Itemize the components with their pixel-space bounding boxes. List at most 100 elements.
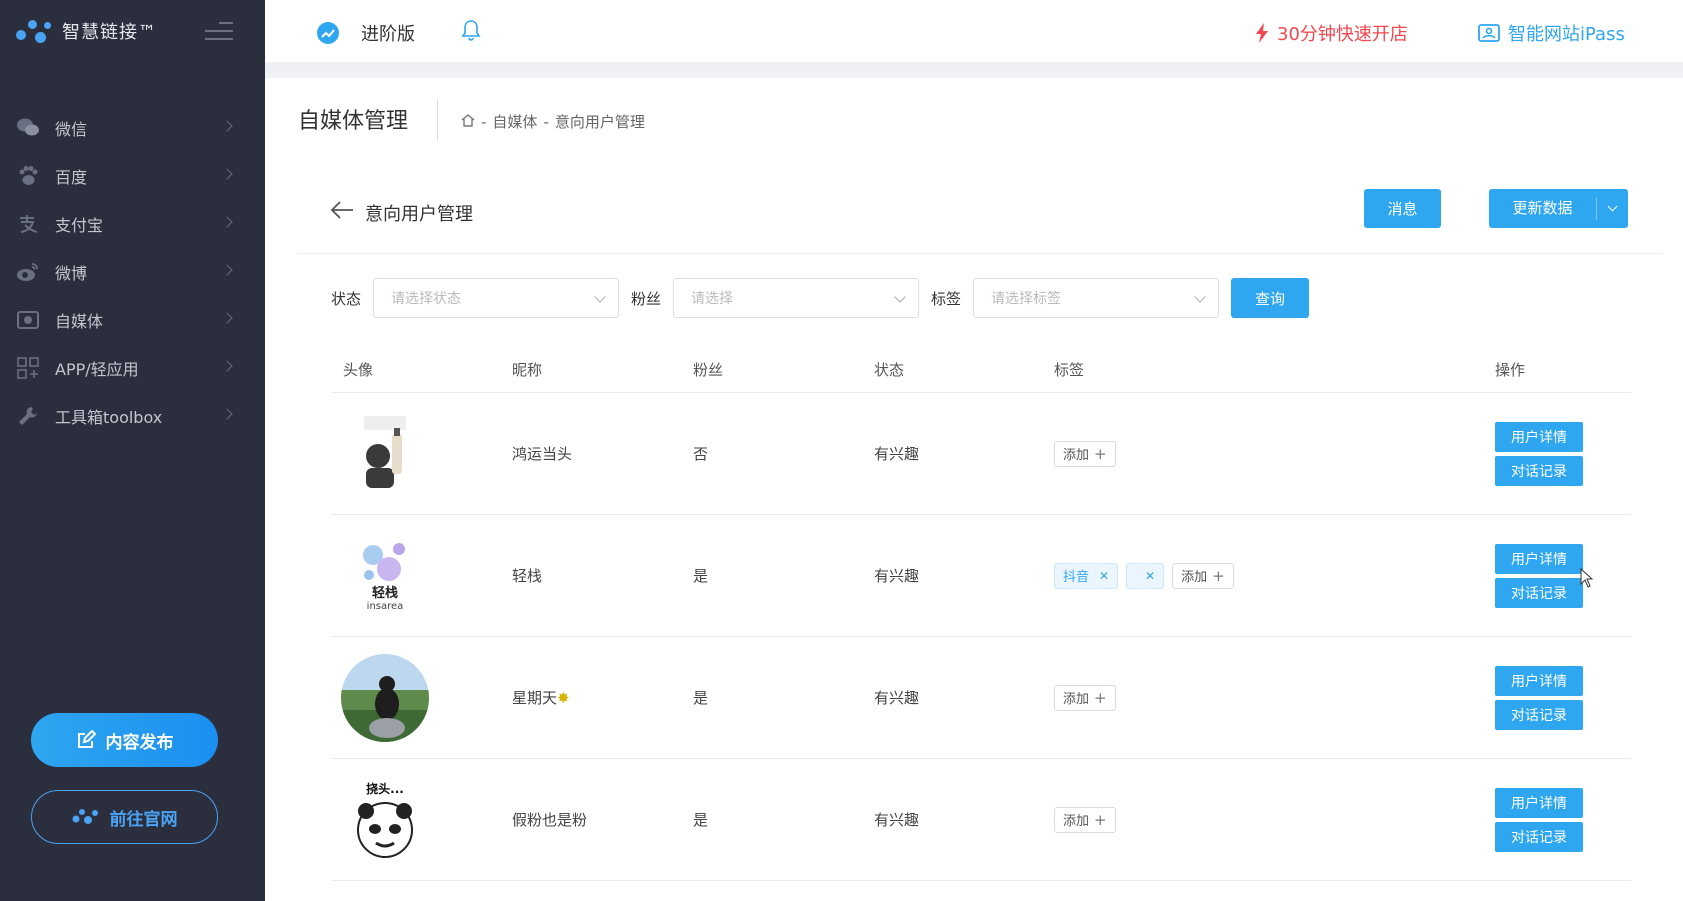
tags-cell: 添加 + — [1054, 806, 1495, 833]
chevron-down-icon — [1607, 201, 1618, 212]
tags-cell: 抖音 ✕ ✕ 添加 + — [1054, 562, 1495, 589]
column-header: 标签 — [1054, 360, 1085, 379]
fans-filter-label: 粉丝 — [631, 289, 662, 308]
sidebar-item-media[interactable]: 自媒体 — [0, 296, 265, 344]
tags-cell: 添加 + — [1054, 440, 1495, 467]
table-row: 鸿运当头 否 有兴趣 添加 + 用户详情 对话记录 — [331, 393, 1631, 515]
avatar: 轻栈 insarea — [341, 532, 429, 620]
sidebar-item-label: 微博 — [55, 264, 88, 283]
operations-cell: 用户详情 对话记录 — [1495, 784, 1631, 856]
users-table: 头像 昵称 粉丝 状态 标签 操作 鸿运当头 否 有兴趣 添加 + 用户详情 对话… — [331, 346, 1631, 881]
chat-history-button[interactable]: 对话记录 — [1495, 455, 1583, 486]
table-header: 头像 昵称 粉丝 状态 标签 操作 — [331, 346, 1631, 393]
edit-icon — [76, 730, 96, 750]
paw-icon — [16, 164, 40, 188]
column-header: 粉丝 — [693, 360, 724, 379]
sidebar-item-label: 自媒体 — [55, 312, 104, 331]
status-select[interactable]: 请选择状态 — [373, 278, 620, 318]
sidebar-item-alipay[interactable]: 支付宝 — [0, 200, 265, 248]
user-detail-button[interactable]: 用户详情 — [1495, 421, 1583, 452]
chevron-right-icon — [221, 120, 233, 132]
user-detail-button[interactable]: 用户详情 — [1495, 787, 1583, 818]
update-dropdown-toggle[interactable] — [1597, 201, 1628, 212]
trend-icon — [317, 22, 339, 44]
sidebar-item-wechat[interactable]: 微信 — [0, 104, 265, 152]
mouse-cursor-icon — [1580, 567, 1594, 592]
sidebar-item-baidu[interactable]: 百度 — [0, 152, 265, 200]
publish-content-button[interactable]: 内容发布 — [31, 713, 218, 767]
quick-open-label: 30分钟快速开店 — [1277, 24, 1408, 45]
user-detail-button[interactable]: 用户详情 — [1495, 665, 1583, 696]
operations-cell: 用户详情 对话记录 — [1495, 662, 1631, 734]
edition-switch[interactable]: 进阶版 — [317, 20, 415, 46]
plus-icon: + — [1094, 444, 1107, 463]
tags-cell: 添加 + — [1054, 684, 1495, 711]
add-tag-button[interactable]: 添加 + — [1172, 562, 1234, 589]
sidebar-item-label: 支付宝 — [55, 216, 104, 235]
plus-icon: + — [1094, 810, 1107, 829]
tag-chip: ✕ — [1126, 562, 1165, 589]
avatar — [341, 409, 429, 498]
chevron-down-icon — [894, 291, 906, 303]
wrench-icon — [16, 404, 40, 428]
sub-header: 意向用户管理 消息 更新数据 — [298, 178, 1663, 254]
back-arrow-icon[interactable] — [330, 200, 354, 224]
fans-value: 是 — [693, 567, 709, 585]
alipay-icon — [16, 212, 40, 236]
logo[interactable]: 智慧链接™ — [0, 0, 265, 62]
menu-collapse-icon[interactable] — [205, 22, 233, 40]
update-data-button[interactable]: 更新数据 — [1489, 189, 1628, 228]
table-row: 轻栈 insarea 轻栈 是 有兴趣 抖音 ✕ ✕ 添加 + 用户详情 对话记录 — [331, 515, 1631, 637]
bell-icon[interactable] — [461, 19, 481, 45]
close-icon[interactable]: ✕ — [1099, 569, 1109, 583]
breadcrumb-item[interactable]: 自媒体 — [492, 111, 537, 132]
chevron-down-icon — [1194, 291, 1206, 303]
plus-icon: + — [1212, 566, 1225, 585]
update-data-label[interactable]: 更新数据 — [1489, 197, 1597, 220]
chat-history-button[interactable]: 对话记录 — [1495, 821, 1583, 852]
avatar: 挠头... — [341, 776, 429, 864]
breadcrumb-item-current: 意向用户管理 — [554, 113, 645, 131]
add-tag-button[interactable]: 添加 + — [1054, 806, 1116, 833]
ipass-label: 智能网站iPass — [1508, 24, 1625, 45]
table-row: 星期天✸ 是 有兴趣 添加 + 用户详情 对话记录 — [331, 637, 1631, 759]
quick-open-store-link[interactable]: 30分钟快速开店 — [1255, 20, 1408, 46]
operations-cell: 用户详情 对话记录 — [1495, 418, 1631, 490]
query-button[interactable]: 查询 — [1231, 278, 1310, 318]
sidebar-nav: 微信 百度 支付宝 微博 自媒体 APP/轻应用 工具箱toolbox — [0, 104, 265, 440]
main-content: 自媒体管理 - 自媒体 - 意向用户管理 意向用户管理 消息 更新数据 状态 请… — [265, 78, 1683, 901]
status-filter-label: 状态 — [331, 289, 362, 308]
wechat-icon — [16, 116, 40, 140]
column-header: 昵称 — [512, 360, 543, 379]
chevron-down-icon — [594, 291, 606, 303]
chat-history-button[interactable]: 对话记录 — [1495, 577, 1583, 608]
tags-select[interactable]: 请选择标签 — [973, 278, 1220, 318]
sidebar-item-weibo[interactable]: 微博 — [0, 248, 265, 296]
chevron-right-icon — [221, 264, 233, 276]
nickname: 鸿运当头 — [512, 445, 573, 463]
chat-history-button[interactable]: 对话记录 — [1495, 699, 1583, 730]
message-button[interactable]: 消息 — [1364, 189, 1441, 228]
sidebar-item-label: 微信 — [55, 120, 88, 139]
column-header: 头像 — [343, 360, 374, 379]
publish-label: 内容发布 — [105, 732, 174, 753]
filter-bar: 状态 请选择状态 粉丝 请选择 标签 请选择标签 查询 — [331, 278, 1310, 318]
sidebar-item-toolbox[interactable]: 工具箱toolbox — [0, 392, 265, 440]
column-header: 操作 — [1495, 360, 1526, 379]
avatar — [341, 653, 429, 742]
fans-select[interactable]: 请选择 — [673, 278, 920, 318]
tags-filter-label: 标签 — [931, 289, 962, 308]
website-icon — [1478, 24, 1500, 42]
add-tag-button[interactable]: 添加 + — [1054, 684, 1116, 711]
add-tag-button[interactable]: 添加 + — [1054, 440, 1116, 467]
fans-value: 否 — [693, 445, 709, 463]
nickname: 星期天✸ — [512, 689, 570, 707]
user-detail-button[interactable]: 用户详情 — [1495, 543, 1583, 574]
home-icon[interactable] — [461, 113, 475, 131]
official-site-button[interactable]: 前往官网 — [31, 790, 218, 844]
chevron-right-icon — [221, 312, 233, 324]
ipass-link[interactable]: 智能网站iPass — [1478, 20, 1625, 46]
close-icon[interactable]: ✕ — [1145, 569, 1155, 583]
sidebar-item-apps[interactable]: APP/轻应用 — [0, 344, 265, 392]
avatar-brand-subtext: insarea — [366, 601, 404, 612]
